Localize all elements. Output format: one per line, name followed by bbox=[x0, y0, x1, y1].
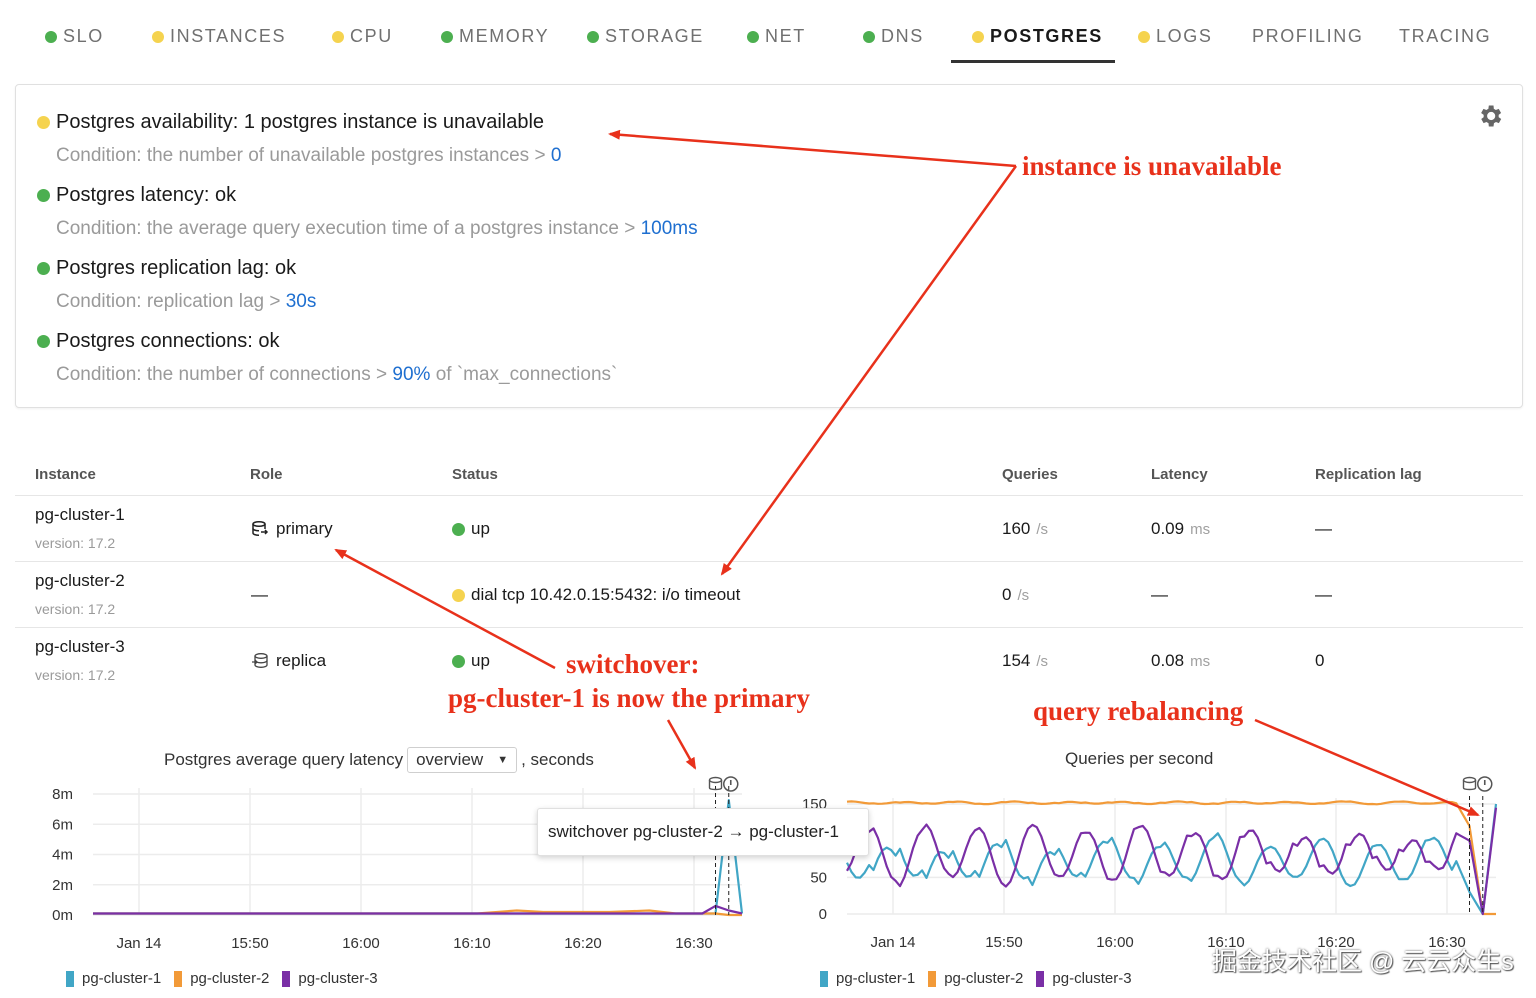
annotation-arrow bbox=[334, 548, 556, 670]
annotation-arrow bbox=[1254, 718, 1480, 817]
watermark: 掘金技术社区 @ 云云众生s bbox=[1212, 948, 1514, 976]
annotation-rebalancing: query rebalancing bbox=[1033, 696, 1244, 726]
annotation-unavailable: instance is unavailable bbox=[1022, 151, 1282, 181]
annotation-arrow bbox=[608, 129, 1017, 168]
annotation-arrow bbox=[720, 165, 1018, 576]
annotation-arrow bbox=[666, 719, 697, 770]
annotation-arrows bbox=[334, 129, 1480, 817]
annotation-new-primary: pg-cluster-1 is now the primary bbox=[448, 683, 810, 713]
annotation-switchover: switchover: bbox=[566, 649, 700, 679]
